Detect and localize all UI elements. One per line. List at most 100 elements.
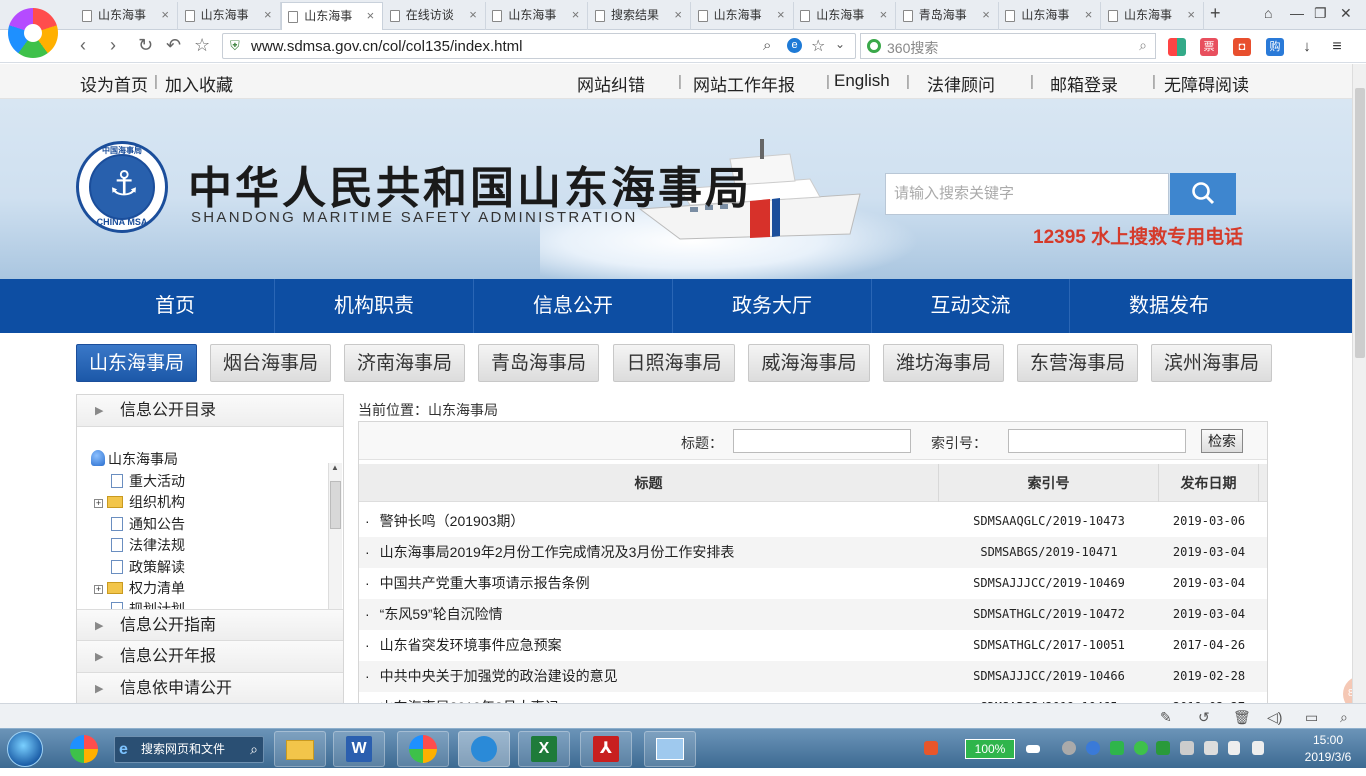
- browser-tab[interactable]: 山东海事 ×: [486, 2, 589, 30]
- shop-icon[interactable]: ◘: [1233, 38, 1251, 56]
- start-button[interactable]: [7, 731, 43, 767]
- tab-qingdao[interactable]: 青岛海事局: [478, 344, 599, 382]
- sync-icon[interactable]: [1086, 741, 1100, 755]
- close-tab-icon[interactable]: ×: [982, 2, 990, 28]
- back-icon[interactable]: ‹: [80, 35, 86, 56]
- msa-emblem-logo[interactable]: 中国海事局 ⚓ CHINA MSA: [76, 141, 168, 233]
- browser-taskbar-icon[interactable]: [58, 731, 110, 767]
- refresh-icon[interactable]: ↻: [138, 35, 153, 56]
- download-icon[interactable]: ↓: [1298, 38, 1316, 56]
- trash-icon[interactable]: 🗑: [1233, 709, 1251, 726]
- close-tab-icon[interactable]: ×: [1085, 2, 1093, 28]
- table-row[interactable]: · 中共中央关于加强党的政治建设的意见 SDMSAJJJCC/2019-10466 2…: [359, 661, 1267, 692]
- section-annual-report[interactable]: ▶ 信息公开年报: [77, 641, 343, 673]
- row-title[interactable]: · “东风59”轮自沉险情: [365, 599, 503, 630]
- close-window-icon[interactable]: ✕: [1340, 5, 1352, 22]
- site-error-link[interactable]: 网站纠错: [577, 71, 645, 96]
- search-icon[interactable]: ⌕: [1139, 37, 1147, 54]
- table-row[interactable]: · 山东海事局2019年2月份工作完成情况及3月份工作安排表 SDMSABGS/20…: [359, 537, 1267, 568]
- close-tab-icon[interactable]: ×: [777, 2, 785, 28]
- browser-tab[interactable]: 山东海事 ×: [999, 2, 1102, 30]
- nav-interaction[interactable]: 互动交流: [872, 279, 1070, 333]
- tab-shandong[interactable]: 山东海事局: [76, 344, 197, 382]
- excel-taskbar-icon[interactable]: X: [518, 731, 570, 767]
- browser2-taskbar-icon[interactable]: [397, 731, 449, 767]
- site-search-input[interactable]: 请输入搜索关键字: [885, 173, 1169, 215]
- favorite-star-icon[interactable]: ☆: [194, 35, 210, 56]
- browser-tab[interactable]: 青岛海事 ×: [897, 2, 999, 30]
- close-tab-icon[interactable]: ×: [1187, 2, 1195, 28]
- section-on-request[interactable]: ▶ 信息依申请公开: [77, 673, 343, 703]
- nav-service-hall[interactable]: 政务大厅: [673, 279, 872, 333]
- row-title[interactable]: ·山东海事局2019年2月大事记: [365, 692, 559, 703]
- dropdown-icon[interactable]: ⌄: [835, 37, 845, 51]
- security-taskbar-icon[interactable]: [458, 731, 510, 767]
- browser-tab[interactable]: 搜索结果 ×: [589, 2, 691, 30]
- tree-scroll-thumb[interactable]: [330, 481, 341, 529]
- bookmark-star-icon[interactable]: ☆: [811, 36, 825, 56]
- taskbar-search[interactable]: e 搜索网页和文件 ⌕: [114, 736, 264, 763]
- row-title-text[interactable]: 中共中央关于加强党的政治建设的意见: [380, 668, 618, 684]
- close-tab-icon[interactable]: ×: [161, 2, 169, 28]
- new-tab-button[interactable]: +: [1210, 3, 1221, 24]
- browser-tab[interactable]: 山东海事 ×: [794, 2, 897, 30]
- browser-tab[interactable]: 在线访谈 ×: [384, 2, 486, 30]
- tree-item[interactable]: 重大活动: [111, 471, 185, 491]
- table-row[interactable]: · “东风59”轮自沉险情 SDMSATHGLC/2019-10472 2019-03…: [359, 599, 1267, 630]
- close-tab-icon[interactable]: ×: [264, 2, 272, 28]
- forward-icon[interactable]: ›: [110, 35, 116, 56]
- zoom-search-icon[interactable]: ⌕: [1340, 709, 1348, 726]
- tab-binzhou[interactable]: 滨州海事局: [1151, 344, 1272, 382]
- close-tab-icon[interactable]: ×: [572, 2, 580, 28]
- row-title-text[interactable]: 山东海事局2019年2月份工作完成情况及3月份工作安排表: [380, 544, 735, 560]
- catalog-header[interactable]: ▶ 信息公开目录: [77, 395, 343, 427]
- expand-icon[interactable]: +: [94, 585, 103, 594]
- volume-icon[interactable]: [1252, 741, 1264, 755]
- close-tab-icon[interactable]: ×: [469, 2, 477, 28]
- network-status-icon[interactable]: [1110, 741, 1124, 755]
- apps-icon[interactable]: [1168, 38, 1186, 56]
- browser-tab[interactable]: 山东海事 ×: [76, 2, 178, 30]
- tree-item[interactable]: 法律法规: [111, 535, 185, 555]
- shield-icon[interactable]: [1156, 741, 1170, 755]
- address-bar[interactable]: ⛨ www.sdmsa.gov.cn/col/col135/index.html…: [222, 33, 856, 59]
- tab-rizhao[interactable]: 日照海事局: [613, 344, 735, 382]
- row-title[interactable]: · 中共中央关于加强党的政治建设的意见: [365, 661, 618, 692]
- floating-badge[interactable]: 84: [1343, 676, 1352, 703]
- english-link[interactable]: English: [834, 71, 890, 91]
- page-scroll-thumb[interactable]: [1355, 88, 1365, 358]
- undo-icon[interactable]: ↶: [166, 35, 181, 56]
- clock-time[interactable]: 15:00: [1296, 733, 1360, 747]
- table-row[interactable]: · 警钟长鸣（201903期） SDMSAAQGLC/2019-10473 2019-…: [359, 506, 1267, 537]
- wifi-icon[interactable]: [1180, 741, 1194, 755]
- skin-icon[interactable]: ⌂: [1264, 5, 1272, 21]
- tab-weihai[interactable]: 威海海事局: [748, 344, 870, 382]
- browser-search-box[interactable]: 360搜索 ⌕: [860, 33, 1156, 59]
- browser-tab[interactable]: 山东海事 ×: [1102, 2, 1204, 30]
- tab-jinan[interactable]: 济南海事局: [344, 344, 465, 382]
- nav-data-release[interactable]: 数据发布: [1070, 279, 1268, 333]
- add-icon[interactable]: [1134, 741, 1148, 755]
- accessibility-link[interactable]: 无障碍阅读: [1164, 71, 1249, 96]
- tree-item[interactable]: 政策解读: [111, 557, 185, 577]
- nav-org-duties[interactable]: 机构职责: [275, 279, 474, 333]
- row-title-text[interactable]: 警钟长鸣（201903期）: [380, 513, 525, 529]
- add-favorite-link[interactable]: 加入收藏: [165, 71, 233, 96]
- tree-item[interactable]: + 组织机构: [94, 492, 185, 512]
- url-text[interactable]: www.sdmsa.gov.cn/col/col135/index.html: [251, 38, 523, 55]
- browser-tab[interactable]: 山东海事 ×: [281, 2, 384, 31]
- row-title[interactable]: · 山东海事局2019年2月份工作完成情况及3月份工作安排表: [365, 537, 734, 568]
- input-method-icon[interactable]: [924, 741, 938, 755]
- table-row[interactable]: · 山东省突发环境事件应急预案 SDMSATHGLC/2017-10051 2017-…: [359, 630, 1267, 661]
- tab-weifang[interactable]: 潍坊海事局: [883, 344, 1004, 382]
- close-tab-icon[interactable]: ×: [367, 3, 375, 29]
- row-title-text[interactable]: 山东省突发环境事件应急预案: [380, 637, 562, 653]
- nav-info-disclosure[interactable]: 信息公开: [474, 279, 673, 333]
- tab-yantai[interactable]: 烟台海事局: [210, 344, 331, 382]
- file-explorer-taskbar-icon[interactable]: [274, 731, 326, 767]
- tree-item[interactable]: 规划计划: [111, 599, 185, 609]
- sound-icon[interactable]: ◁): [1267, 709, 1282, 726]
- close-tab-icon[interactable]: ×: [880, 2, 888, 28]
- nav-home[interactable]: 首页: [76, 279, 275, 333]
- buy-icon[interactable]: 购: [1266, 38, 1284, 56]
